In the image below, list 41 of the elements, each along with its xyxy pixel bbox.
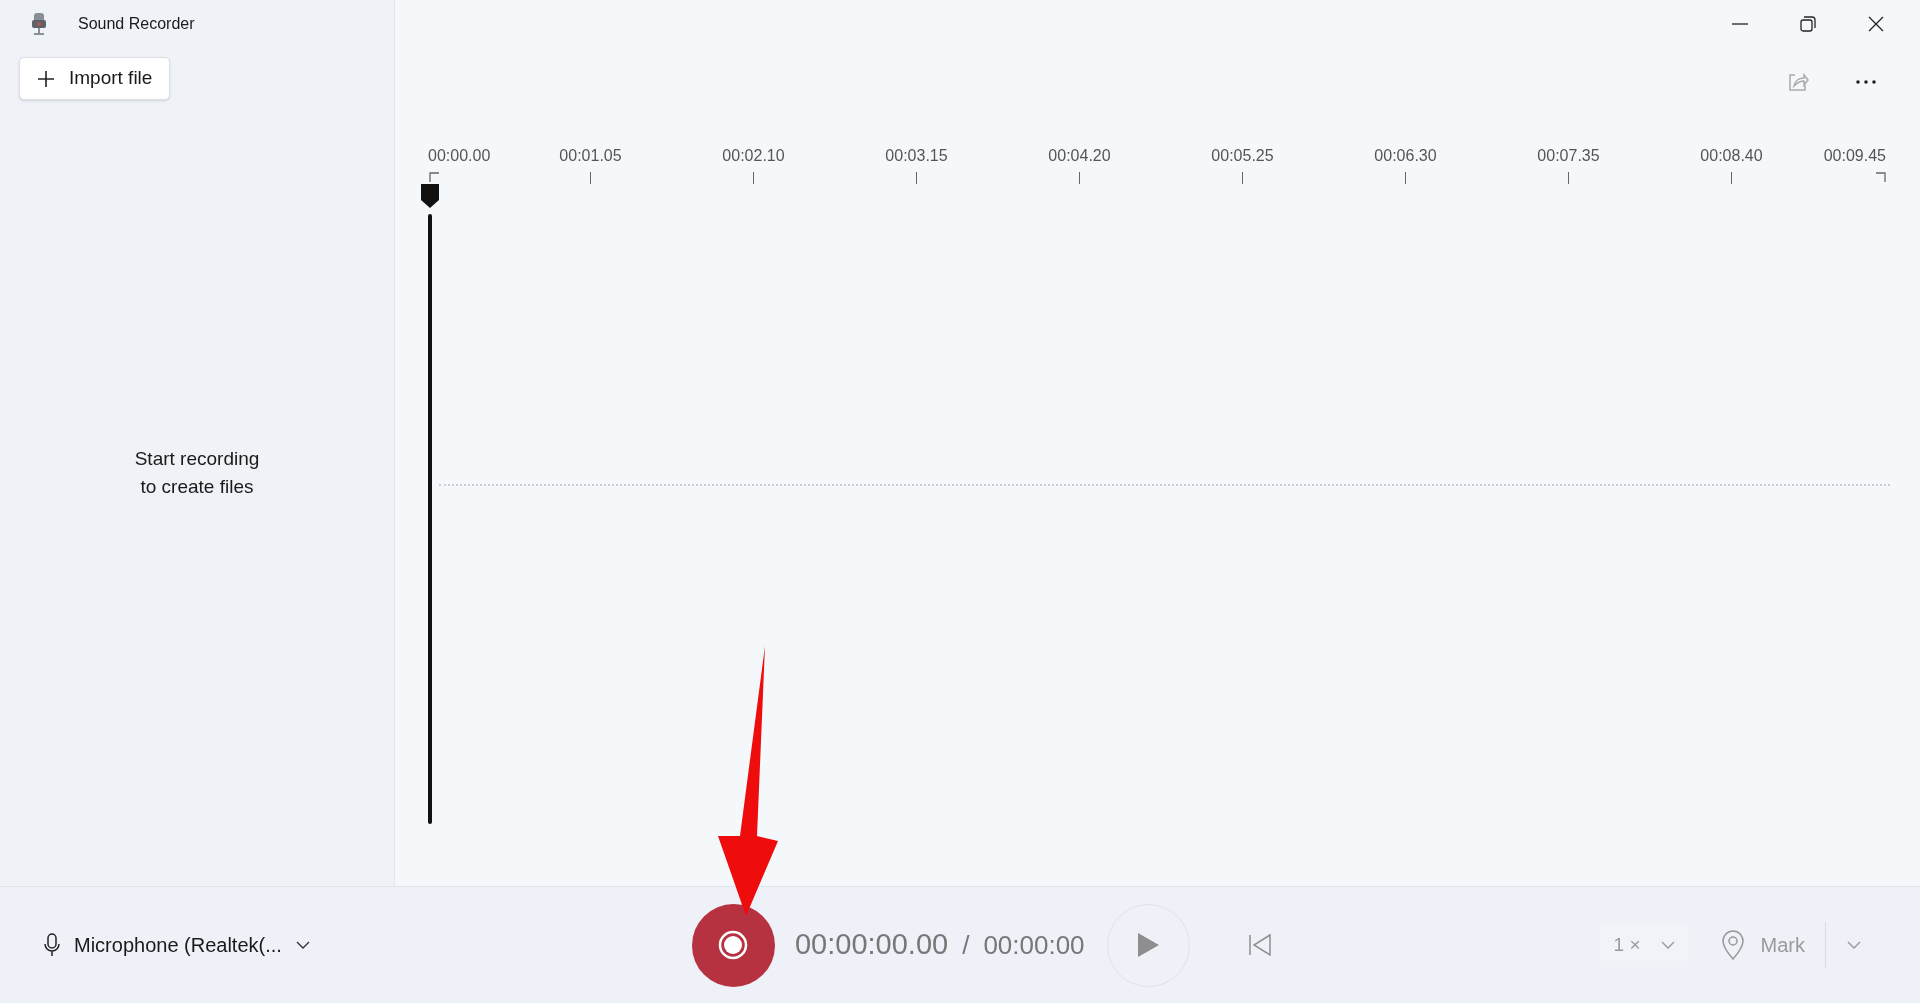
elapsed-time: 00:00:00.00 [794,927,949,963]
skip-to-start-icon [1247,933,1272,957]
ruler-tick [752,172,755,184]
ruler-tick [915,172,918,184]
ruler-tick [1730,172,1733,184]
chevron-down-icon [1660,941,1675,949]
time-tick-label: 00:01.05 [559,146,622,166]
location-pin-icon [1720,930,1745,960]
ruler-tick [589,172,592,184]
close-icon [1868,16,1884,32]
microphone-icon [44,933,60,957]
empty-state-message: Start recording to create files [134,447,260,499]
plus-icon [37,69,55,88]
share-icon [1787,72,1809,92]
time-tick-label: 00:09.45 [1823,146,1886,166]
time-tick-label: 00:07.35 [1537,146,1600,166]
time-tick-label: 00:05.25 [1211,146,1274,166]
restore-icon [1800,16,1816,32]
time-tick-label: 00:02.10 [722,146,785,166]
total-time: 00:00:00 [983,928,1085,962]
ruler-end-mark [1876,172,1886,182]
ruler-tick [1078,172,1081,184]
time-tick-label: 00:03.15 [885,146,948,166]
time-tick-label: 00:04.20 [1048,146,1111,166]
chevron-down-icon [1847,941,1861,949]
ruler-tick [1567,172,1570,184]
minimize-icon [1732,23,1748,25]
time-tick-label: 00:06.30 [1374,146,1437,166]
time-tick-label: 00:08.40 [1700,146,1763,166]
more-icon [1856,80,1876,84]
record-icon [718,930,749,960]
ruler-start-mark [429,172,439,182]
time-separator: / [962,928,970,962]
microphone-app-icon [30,12,48,36]
time-tick-label: 00:00.00 [428,146,491,166]
ruler-tick [1241,172,1244,184]
chevron-down-icon [295,941,310,949]
import-file-button[interactable]: Import file [19,57,171,100]
window-title: Sound Recorder [78,14,195,34]
microphone-selector[interactable]: Microphone (Realtek(... [44,930,310,960]
ruler-tick [1404,172,1407,184]
